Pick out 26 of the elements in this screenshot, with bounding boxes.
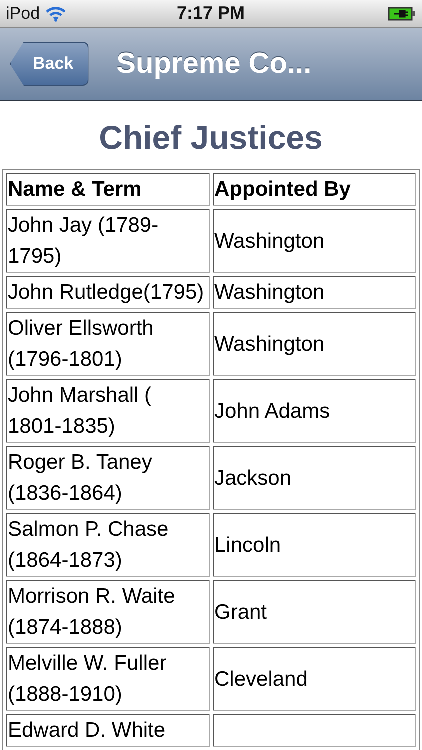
table-cell: Washington [212, 209, 416, 273]
back-button[interactable]: Back [10, 42, 89, 86]
column-header: Name & Term [6, 173, 210, 206]
table-cell: Melville W. Fuller (1888-1910) [6, 647, 210, 711]
page-heading: Chief Justices [98, 119, 324, 157]
table-cell: Jackson [212, 446, 416, 510]
table-cell: Washington [212, 312, 416, 376]
column-header: Appointed By [212, 173, 416, 206]
table-cell: Salmon P. Chase (1864-1873) [6, 513, 210, 577]
wifi-icon [46, 6, 66, 22]
table-cell: John Rutledge(1795) [6, 276, 210, 309]
table-cell: Grant [212, 580, 416, 644]
table-cell: John Marshall ( 1801-1835) [6, 379, 210, 443]
battery-charging-icon [388, 6, 416, 20]
nav-title: Supreme Co... [116, 48, 312, 80]
table-cell: Cleveland [212, 647, 416, 711]
carrier-name: iPod [6, 4, 40, 24]
table-cell: Oliver Ellsworth (1796-1801) [6, 312, 210, 376]
table-cell: John Adams [212, 379, 416, 443]
table-cell: Edward D. White [6, 714, 210, 747]
table-cell: Lincoln [212, 513, 416, 577]
status-time: 7:17 PM [176, 3, 246, 24]
table-cell: Roger B. Taney (1836-1864) [6, 446, 210, 510]
table-cell: Morrison R. Waite (1874-1888) [6, 580, 210, 644]
table-cell: John Jay (1789-1795) [6, 209, 210, 273]
table-cell: Washington [212, 276, 416, 309]
